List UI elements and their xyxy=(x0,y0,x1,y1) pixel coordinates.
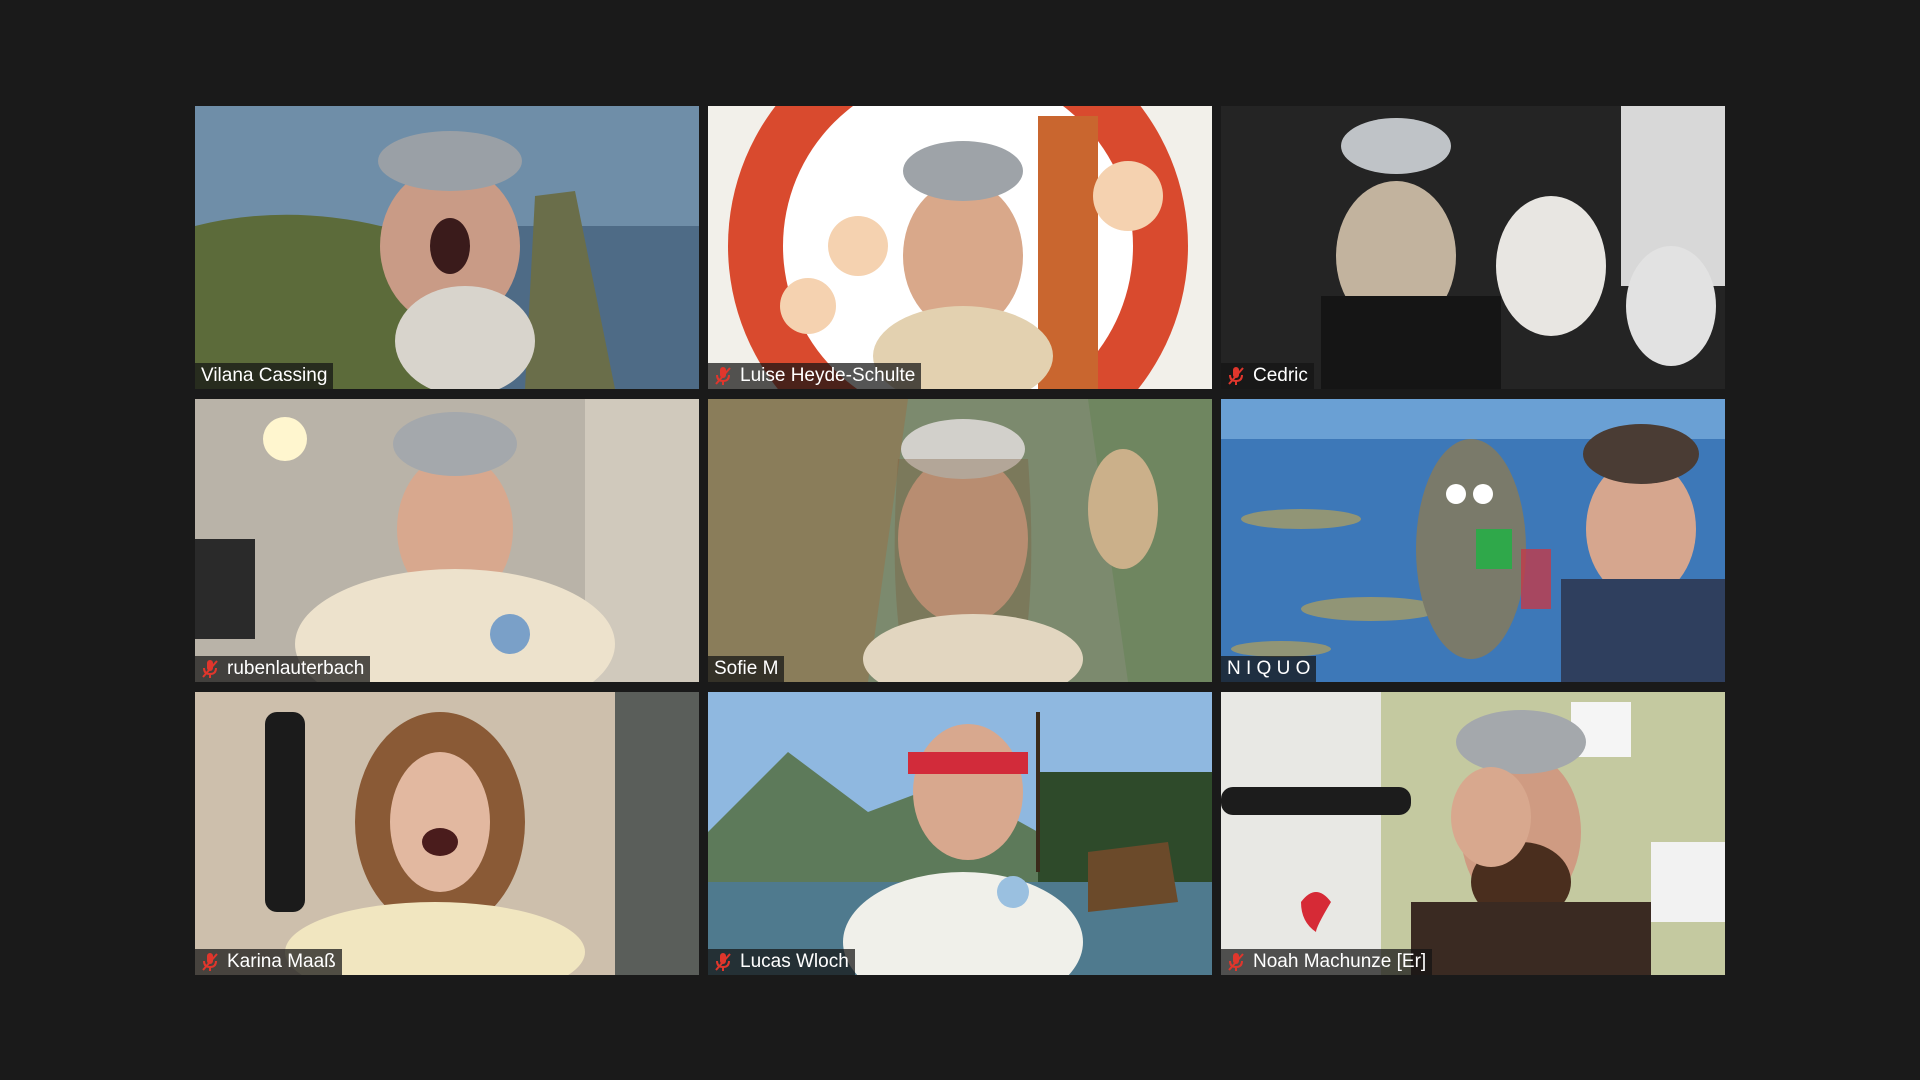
participant-name: rubenlauterbach xyxy=(227,658,365,679)
video-gallery-grid: Vilana Cassing Luise Heyde-Schulte Cedri… xyxy=(195,106,1725,975)
participant-tile-niquo[interactable]: N I Q U O xyxy=(1221,399,1725,682)
muted-microphone-icon xyxy=(715,367,731,385)
participant-name: Sofie M xyxy=(714,658,779,679)
participant-name: Cedric xyxy=(1253,365,1308,386)
video-feed xyxy=(1221,106,1725,389)
participant-name-label: N I Q U O xyxy=(1221,656,1317,682)
video-feed xyxy=(1221,692,1725,975)
participant-tile-karina-maass[interactable]: Karina Maaß xyxy=(195,692,699,975)
participant-name-label: Karina Maaß xyxy=(195,949,342,975)
participant-tile-noah-machunze[interactable]: Noah Machunze [Er] xyxy=(1221,692,1725,975)
participant-name: Luise Heyde-Schulte xyxy=(740,365,916,386)
video-feed xyxy=(708,692,1212,975)
video-feed xyxy=(708,399,1212,682)
participant-name-label: Noah Machunze [Er] xyxy=(1221,949,1433,975)
participant-tile-vilana-cassing[interactable]: Vilana Cassing xyxy=(195,106,699,389)
video-feed xyxy=(708,106,1212,389)
participant-name: Lucas Wloch xyxy=(740,951,849,972)
participant-name-label: Sofie M xyxy=(708,656,785,682)
video-feed xyxy=(195,692,699,975)
participant-name: Vilana Cassing xyxy=(201,365,328,386)
participant-tile-luise-heyde-schulte[interactable]: Luise Heyde-Schulte xyxy=(708,106,1212,389)
participant-name-label: Luise Heyde-Schulte xyxy=(708,363,922,389)
video-feed xyxy=(1221,399,1725,682)
muted-microphone-icon xyxy=(1228,367,1244,385)
video-feed xyxy=(195,399,699,682)
participant-name-label: Vilana Cassing xyxy=(195,363,334,389)
muted-microphone-icon xyxy=(202,660,218,678)
participant-name: N I Q U O xyxy=(1227,658,1311,679)
participant-name: Noah Machunze [Er] xyxy=(1253,951,1427,972)
muted-microphone-icon xyxy=(1228,953,1244,971)
muted-microphone-icon xyxy=(202,953,218,971)
participant-name: Karina Maaß xyxy=(227,951,336,972)
video-feed xyxy=(195,106,699,389)
participant-name-label: Lucas Wloch xyxy=(708,949,855,975)
muted-microphone-icon xyxy=(715,953,731,971)
participant-tile-sofie-m[interactable]: Sofie M xyxy=(708,399,1212,682)
participant-tile-rubenlauterbach[interactable]: rubenlauterbach xyxy=(195,399,699,682)
participant-name-label: Cedric xyxy=(1221,363,1314,389)
participant-tile-cedric[interactable]: Cedric xyxy=(1221,106,1725,389)
participant-name-label: rubenlauterbach xyxy=(195,656,371,682)
participant-tile-lucas-wloch[interactable]: Lucas Wloch xyxy=(708,692,1212,975)
